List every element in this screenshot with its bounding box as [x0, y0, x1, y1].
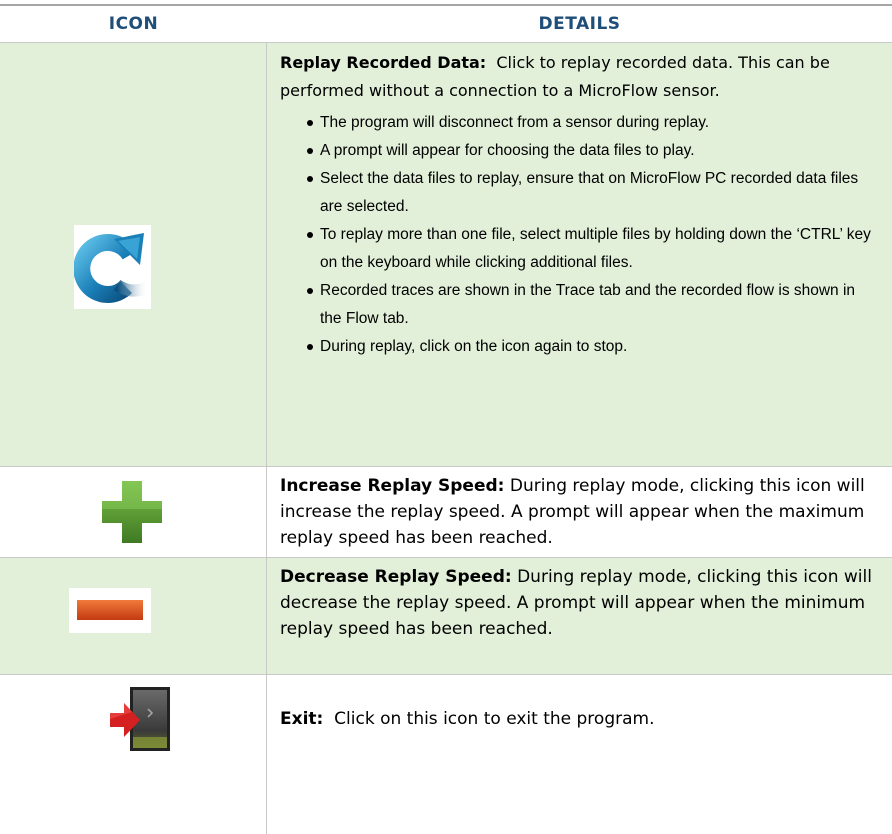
exit-text: Click on this icon to exit the program.	[334, 709, 655, 729]
replay-description: Replay Recorded Data: Click to replay re…	[280, 49, 878, 105]
table-row-increase: Increase Replay Speed: During replay mod…	[0, 466, 892, 558]
table-row-exit: Exit: Click on this icon to exit the pro…	[0, 674, 892, 834]
replay-arrow-icon	[73, 225, 151, 309]
table-row-replay: Replay Recorded Data: Click to replay re…	[0, 42, 892, 467]
list-item: During replay, click on the icon again t…	[280, 333, 878, 361]
decrease-title: Decrease Replay Speed:	[280, 567, 512, 587]
exit-door-icon	[106, 685, 172, 753]
icon-cell	[0, 43, 266, 467]
replay-bullets: The program will disconnect from a senso…	[280, 109, 878, 361]
plus-icon	[100, 479, 164, 545]
details-cell: Exit: Click on this icon to exit the pro…	[280, 706, 878, 732]
list-item: Select the data files to replay, ensure …	[280, 165, 878, 221]
icon-cell	[0, 675, 266, 834]
header-icon-column: ICON	[108, 14, 159, 34]
list-item: The program will disconnect from a senso…	[280, 109, 878, 137]
minus-icon	[69, 588, 151, 633]
details-cell: Replay Recorded Data: Click to replay re…	[280, 43, 878, 361]
table-header: ICON DETAILS	[0, 6, 892, 42]
header-details-column: DETAILS	[538, 14, 621, 34]
details-cell: Increase Replay Speed: During replay mod…	[280, 473, 878, 551]
list-item: A prompt will appear for choosing the da…	[280, 137, 878, 165]
replay-title: Replay Recorded Data:	[280, 53, 487, 72]
increase-description: Increase Replay Speed: During replay mod…	[280, 473, 878, 551]
table-row-decrease: Decrease Replay Speed: During replay mod…	[0, 557, 892, 675]
details-cell: Decrease Replay Speed: During replay mod…	[280, 564, 878, 642]
decrease-description: Decrease Replay Speed: During replay mod…	[280, 564, 878, 642]
icon-cell	[0, 467, 266, 558]
exit-description: Exit: Click on this icon to exit the pro…	[280, 706, 878, 732]
icon-cell	[0, 558, 266, 675]
increase-title: Increase Replay Speed:	[280, 476, 505, 496]
exit-title: Exit:	[280, 709, 324, 729]
list-item: Recorded traces are shown in the Trace t…	[280, 277, 878, 333]
list-item: To replay more than one file, select mul…	[280, 221, 878, 277]
